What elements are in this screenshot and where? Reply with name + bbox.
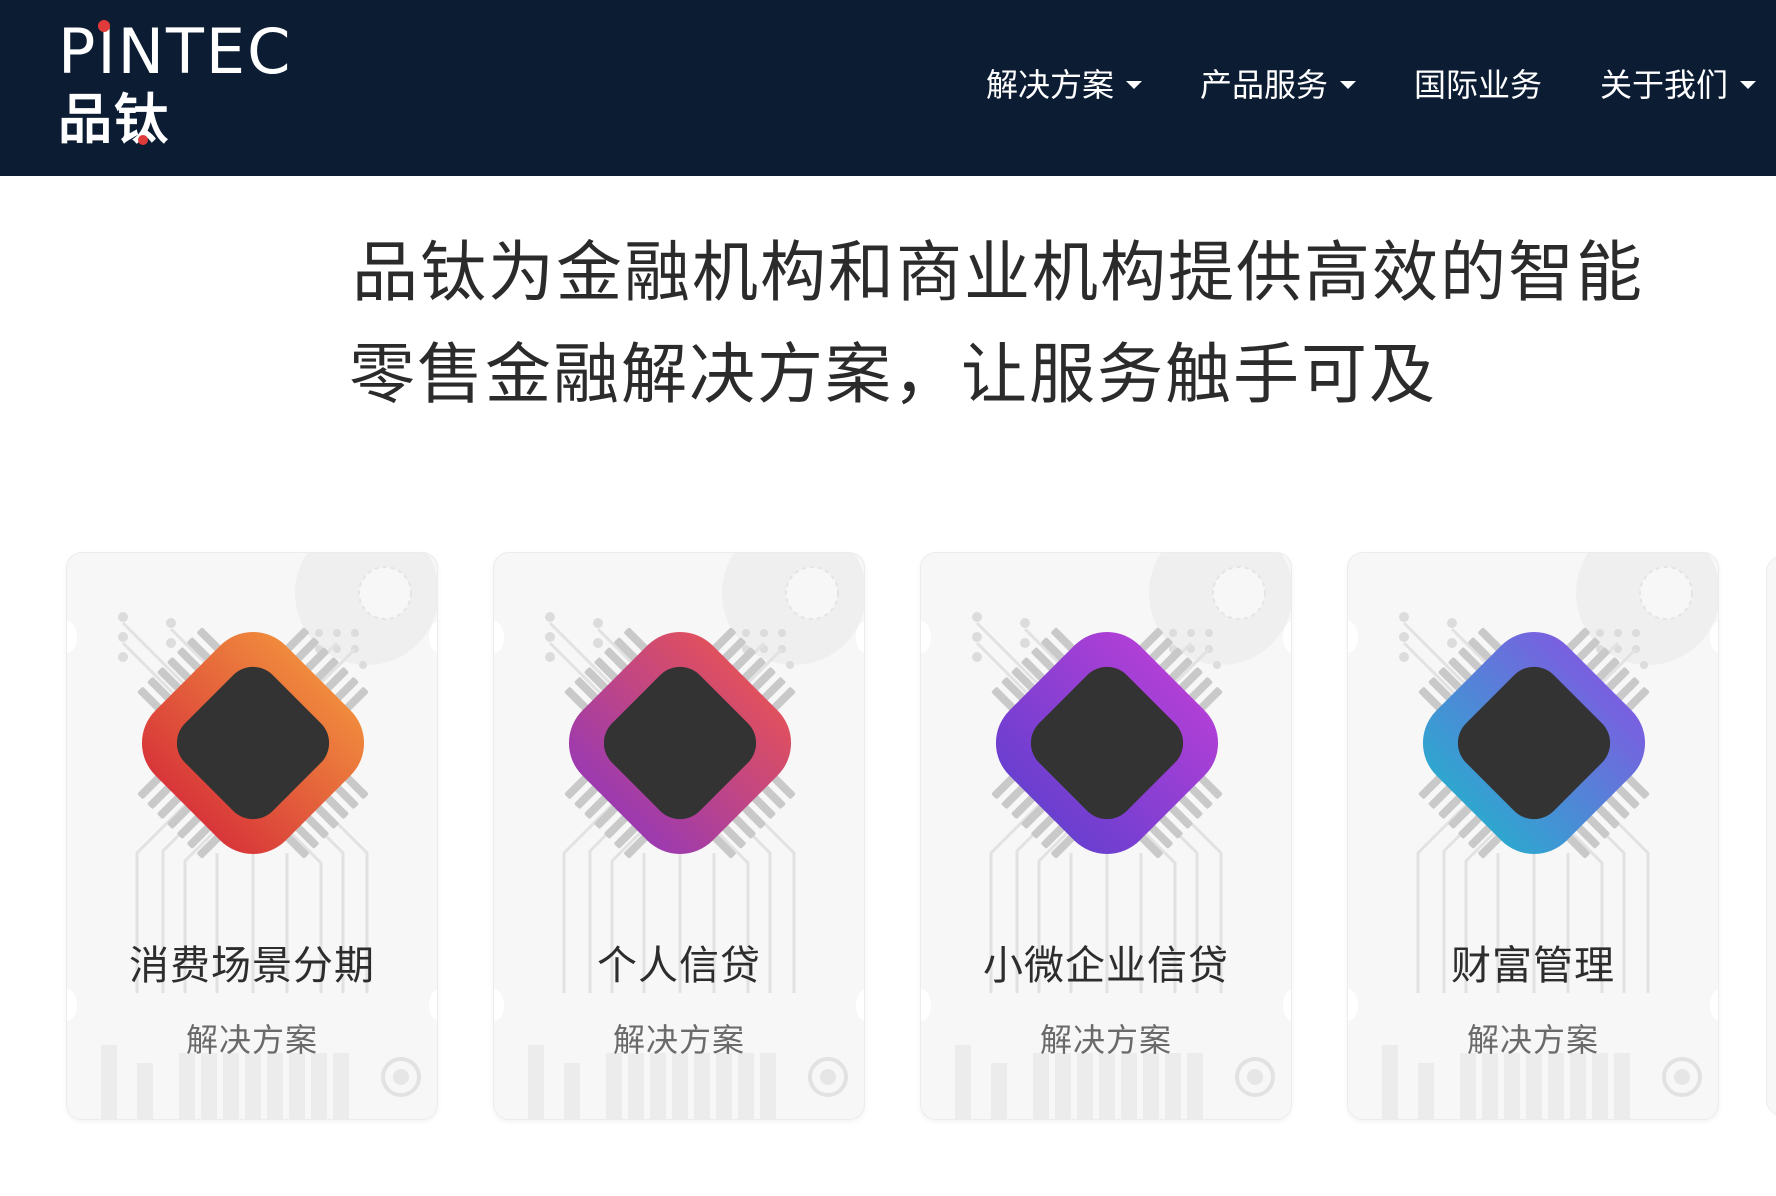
- next-card-edge: [1766, 556, 1776, 1116]
- nav-item-products[interactable]: 产品服务: [1200, 60, 1356, 106]
- logo-cn-dot-icon: [138, 135, 148, 145]
- logo-dot-icon: [98, 20, 110, 32]
- card-subtitle: 解决方案: [1039, 1021, 1172, 1059]
- card-personal-credit[interactable]: 个人信贷 解决方案: [493, 552, 865, 1120]
- card-consumer-installment[interactable]: 消费场景分期 解决方案: [66, 552, 438, 1120]
- caret-down-icon: [1339, 81, 1356, 89]
- nav-item-label: 国际业务: [1413, 66, 1542, 104]
- solution-cards: 消费场景分期 解决方案 个人信贷 解决方案 小微企业信贷 解决方案 财富管理 解…: [0, 552, 1776, 1122]
- nav-item-solutions[interactable]: 解决方案: [986, 60, 1142, 106]
- nav-item-label: 关于我们: [1599, 66, 1728, 104]
- card-subtitle: 解决方案: [612, 1021, 745, 1059]
- nav-item-about[interactable]: 关于我们: [1600, 60, 1756, 106]
- card-title: 小微企业信贷: [983, 943, 1229, 989]
- hero-headline: 品钛为金融机构和商业机构提供高效的智能 零售金融解决方案，让服务触手可及: [0, 222, 1776, 426]
- main-nav: 解决方案 产品服务 国际业务 关于我们: [928, 58, 1756, 108]
- nav-item-label: 解决方案: [985, 66, 1114, 104]
- pintec-logo[interactable]: PINTEC 品钛: [58, 18, 290, 154]
- card-wealth-management[interactable]: 财富管理 解决方案: [1347, 552, 1719, 1120]
- logo-text-cn: 品钛: [58, 88, 170, 151]
- logo-text-en: PINTEC: [58, 15, 293, 88]
- headline-line-1: 品钛为金融机构和商业机构提供高效的智能: [352, 234, 1644, 311]
- nav-item-label: 产品服务: [1199, 66, 1328, 104]
- card-title: 个人信贷: [597, 943, 761, 989]
- site-header: PINTEC 品钛 解决方案 产品服务 国际业务 关于我们: [0, 0, 1776, 176]
- caret-down-icon: [1125, 81, 1142, 89]
- card-subtitle: 解决方案: [185, 1021, 318, 1059]
- caret-down-icon: [1740, 81, 1756, 89]
- card-sme-credit[interactable]: 小微企业信贷 解决方案: [920, 552, 1292, 1120]
- headline-line-2: 零售金融解决方案，让服务触手可及: [349, 336, 1437, 413]
- card-title: 消费场景分期: [129, 943, 375, 989]
- card-subtitle: 解决方案: [1466, 1021, 1599, 1059]
- card-title: 财富管理: [1451, 943, 1615, 989]
- nav-item-international[interactable]: 国际业务: [1414, 60, 1542, 106]
